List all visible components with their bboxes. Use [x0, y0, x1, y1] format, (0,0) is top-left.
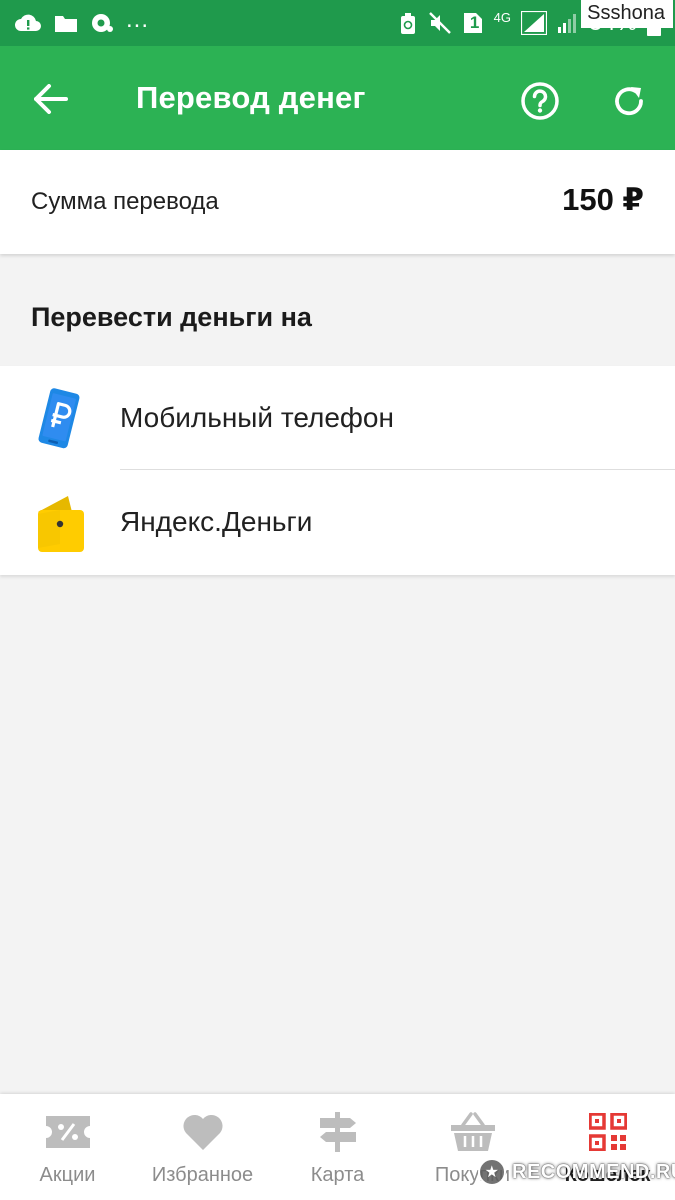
mobile-ruble-icon	[30, 386, 86, 455]
heart-icon	[135, 1110, 270, 1154]
qr-code-icon	[540, 1110, 675, 1154]
nav-item-karta[interactable]: Карта	[270, 1094, 405, 1200]
basket-icon	[405, 1110, 540, 1154]
back-button[interactable]	[26, 74, 76, 124]
watermark-site-text: RECOMMEND.RU	[512, 1160, 675, 1183]
refresh-button[interactable]	[604, 76, 654, 126]
cloud-alert-icon	[14, 13, 42, 33]
coupon-percent-icon	[0, 1110, 135, 1154]
nav-label: Карта	[310, 1164, 365, 1186]
sim-slot-number: 1	[469, 13, 480, 32]
transfer-options-list: Мобильный телефон Яндекс.Деньги	[0, 366, 675, 575]
signal-icon	[520, 11, 547, 35]
nav-label: Акции	[39, 1164, 96, 1186]
yandex-wallet-icon	[30, 492, 86, 559]
refresh-icon	[615, 87, 643, 116]
nav-item-izbrannoe[interactable]: Избранное	[135, 1094, 270, 1200]
mute-icon	[428, 11, 452, 35]
app-bar: Перевод денег	[0, 46, 675, 150]
option-label: Мобильный телефон	[120, 402, 394, 433]
amount-label: Сумма перевода	[31, 188, 219, 215]
network-type: 4G	[493, 9, 511, 25]
folder-icon	[54, 13, 78, 33]
watermark-site: ★ RECOMMEND.RU	[478, 1154, 675, 1190]
transfer-amount-card: Сумма перевода 150 ₽	[0, 150, 675, 254]
option-yandex-money[interactable]: Яндекс.Деньги	[0, 470, 675, 574]
help-button[interactable]	[515, 76, 565, 126]
nav-label: Избранное	[151, 1164, 254, 1186]
arrow-left-icon	[34, 84, 68, 114]
watermark-username: Ssshona	[581, 0, 673, 28]
page-title: Перевод денег	[136, 80, 366, 115]
help-circle-icon	[521, 82, 559, 120]
nav-item-akcii[interactable]: Акции	[0, 1094, 135, 1200]
chrome-icon	[90, 12, 114, 34]
status-bar: ... 1 4G 54%	[0, 0, 675, 46]
amount-value: 150 ₽	[562, 182, 644, 217]
signal-icon	[557, 11, 579, 35]
option-mobile-phone[interactable]: Мобильный телефон	[0, 366, 675, 470]
status-overflow: ...	[126, 6, 150, 33]
watermark-logo-icon: ★	[478, 1158, 506, 1186]
section-title: Перевести деньги на	[31, 302, 312, 332]
option-label: Яндекс.Деньги	[120, 506, 313, 537]
signpost-icon	[270, 1110, 405, 1154]
recycle-icon	[398, 11, 418, 35]
